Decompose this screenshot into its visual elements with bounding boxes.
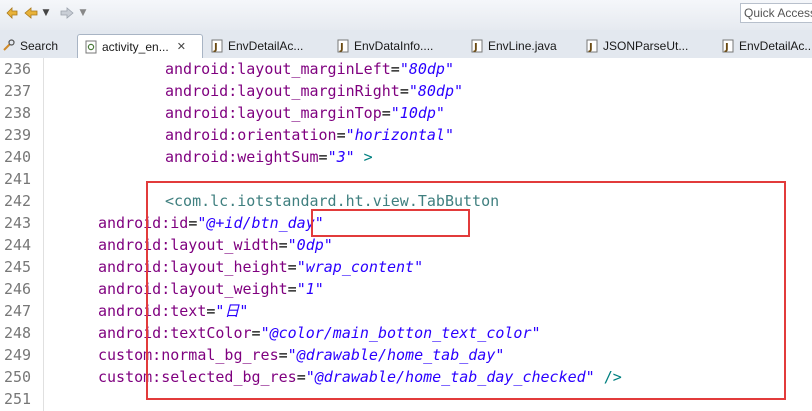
java-file-icon: J bbox=[722, 39, 734, 53]
forward-dropdown-icon[interactable]: ▼ bbox=[78, 4, 88, 22]
line-number: 241 bbox=[4, 170, 32, 188]
equals-sign: = bbox=[399, 82, 409, 100]
xml-attribute: android:layout_marginRight bbox=[165, 82, 400, 100]
toolbar: ▼ ▼ Quick Access bbox=[0, 0, 812, 30]
line-number: 245 bbox=[4, 258, 32, 276]
equals-sign: = bbox=[318, 148, 328, 166]
code-text: android:layout_marginLeft="80dp" bbox=[165, 58, 454, 80]
line-number: 247 bbox=[4, 302, 32, 320]
xml-attribute: android:layout_marginTop bbox=[165, 104, 382, 122]
line-number: 240 bbox=[4, 148, 32, 166]
tab-label: EnvDetailAc... bbox=[228, 39, 304, 53]
line-number: 244 bbox=[4, 236, 32, 254]
xml-attribute: android:layout_marginLeft bbox=[165, 60, 391, 78]
xml-attribute-value: "horizontal" bbox=[345, 126, 454, 144]
code-text: android:layout_marginRight="80dp" bbox=[165, 80, 463, 102]
quick-access-field[interactable]: Quick Access bbox=[740, 3, 812, 23]
tab-envdetailac-2[interactable]: J EnvDetailAc... bbox=[718, 34, 812, 58]
line-number: 251 bbox=[4, 390, 32, 408]
svg-text:J: J bbox=[473, 42, 478, 53]
tab-jsonparseut[interactable]: J JSONParseUt... bbox=[581, 34, 701, 58]
tab-label: EnvDetailAc... bbox=[739, 39, 812, 53]
tab-envline[interactable]: J EnvLine.java bbox=[466, 34, 574, 58]
xml-attribute: android:orientation bbox=[165, 126, 337, 144]
line-number: 237 bbox=[4, 82, 32, 100]
tab-envdatainfo[interactable]: J EnvDataInfo.... bbox=[332, 34, 447, 58]
search-icon bbox=[2, 39, 15, 53]
tab-envdetailac-1[interactable]: J EnvDetailAc... bbox=[206, 34, 316, 58]
xml-attribute: android:weightSum bbox=[165, 148, 319, 166]
tab-label: EnvLine.java bbox=[488, 39, 557, 53]
java-file-icon: J bbox=[210, 39, 223, 53]
code-line: 238 android:layout_marginTop="10dp" bbox=[0, 102, 812, 124]
code-line: 236 android:layout_marginLeft="80dp" bbox=[0, 58, 812, 80]
code-line: 239 android:orientation="horizontal" bbox=[0, 124, 812, 146]
svg-text:J: J bbox=[588, 42, 593, 53]
tab-activity-env[interactable]: activity_en... ✕ bbox=[77, 34, 203, 58]
xml-attribute-value: "80dp" bbox=[399, 60, 454, 78]
code-line: 237 android:layout_marginRight="80dp" bbox=[0, 80, 812, 102]
close-icon[interactable]: ✕ bbox=[177, 40, 186, 53]
tab-label: JSONParseUt... bbox=[603, 39, 689, 53]
line-number: 236 bbox=[4, 60, 32, 78]
code-line: 240 android:weightSum="3" > bbox=[0, 146, 812, 168]
editor-tab-bar: Search activity_en... ✕ J EnvDetailAc...… bbox=[0, 30, 812, 59]
svg-text:J: J bbox=[213, 42, 218, 53]
line-number: 250 bbox=[4, 368, 32, 386]
line-number: 243 bbox=[4, 214, 32, 232]
tag-close: > bbox=[354, 148, 373, 166]
back-icon[interactable] bbox=[22, 4, 40, 22]
tab-label: activity_en... bbox=[102, 39, 169, 54]
java-file-icon: J bbox=[585, 39, 598, 53]
line-number: 248 bbox=[4, 324, 32, 342]
last-edit-location-icon[interactable] bbox=[4, 4, 20, 22]
xml-attribute-value: "3" bbox=[327, 148, 355, 166]
line-number: 249 bbox=[4, 346, 32, 364]
line-number: 242 bbox=[4, 192, 32, 210]
back-dropdown-icon[interactable]: ▼ bbox=[41, 4, 51, 22]
code-text: android:weightSum="3" > bbox=[165, 146, 373, 168]
java-file-icon: J bbox=[470, 39, 483, 53]
equals-sign: = bbox=[390, 60, 400, 78]
equals-sign: = bbox=[336, 126, 346, 144]
tab-label: Search bbox=[20, 39, 59, 53]
line-number: 246 bbox=[4, 280, 32, 298]
code-text: android:orientation="horizontal" bbox=[165, 124, 454, 146]
highlight-box-btn-id bbox=[311, 209, 470, 237]
xml-attribute-value: "10dp" bbox=[390, 104, 445, 122]
tab-search[interactable]: Search bbox=[0, 34, 76, 58]
tab-label: EnvDataInfo.... bbox=[354, 39, 434, 53]
code-text: android:layout_marginTop="10dp" bbox=[165, 102, 445, 124]
svg-text:J: J bbox=[339, 42, 344, 53]
java-file-icon: J bbox=[336, 39, 349, 53]
line-number: 238 bbox=[4, 104, 32, 122]
equals-sign: = bbox=[381, 104, 391, 122]
forward-icon[interactable] bbox=[58, 4, 76, 22]
svg-text:J: J bbox=[724, 42, 729, 53]
xml-attribute-value: "80dp" bbox=[408, 82, 464, 100]
xml-file-icon bbox=[84, 40, 97, 54]
code-editor[interactable]: 236 android:layout_marginLeft="80dp" 237 an… bbox=[0, 58, 812, 411]
line-number: 239 bbox=[4, 126, 32, 144]
